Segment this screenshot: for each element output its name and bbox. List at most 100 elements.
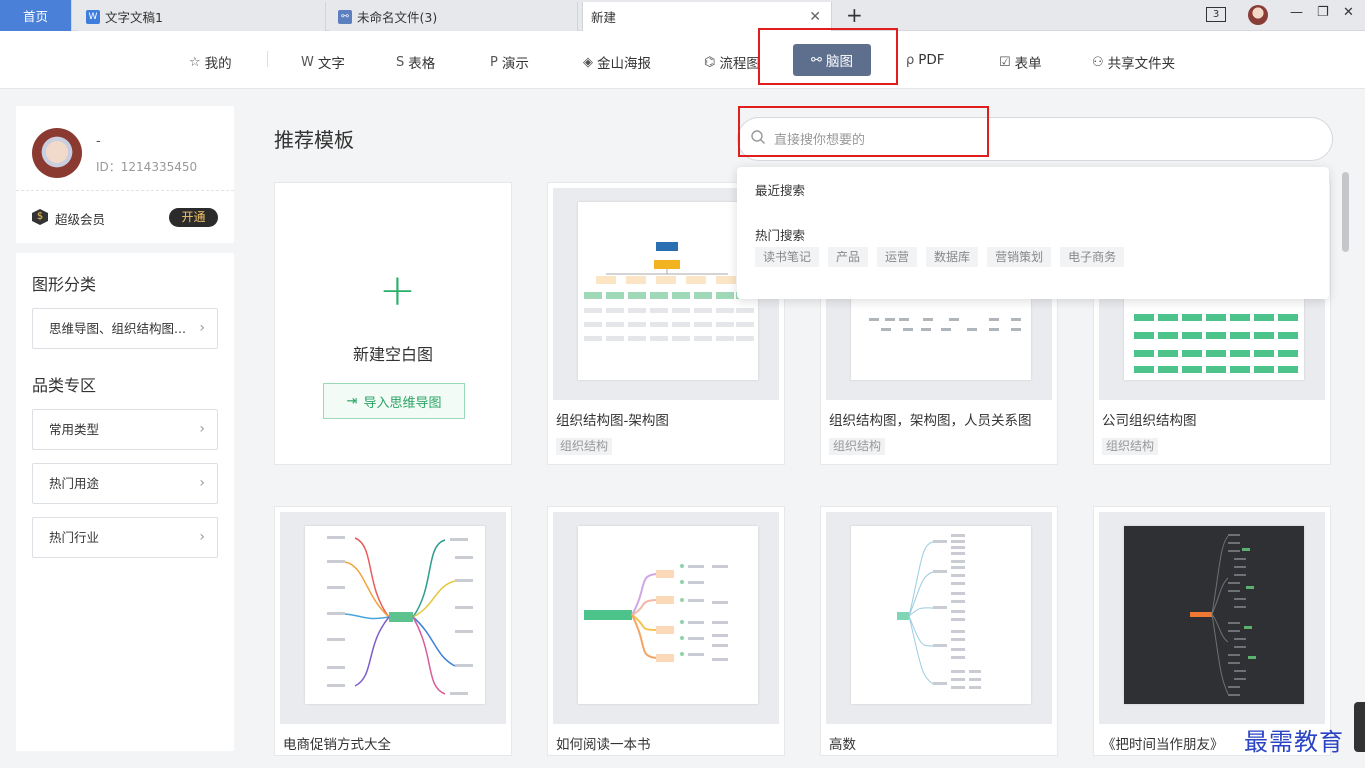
mindmap-preview bbox=[851, 526, 1031, 704]
page-title: 推荐模板 bbox=[274, 128, 354, 152]
star-icon: ☆ bbox=[189, 54, 201, 70]
chevron-right-icon: › bbox=[199, 475, 205, 491]
tab-home[interactable]: 首页 bbox=[0, 0, 72, 31]
tab-document[interactable]: W 文字文稿1 bbox=[78, 2, 326, 31]
tab-new-label: 新建 bbox=[591, 10, 617, 25]
user-name: - bbox=[96, 134, 101, 149]
category-label: 热门行业 bbox=[49, 530, 100, 545]
hot-search-chips: 读书笔记 产品 运营 数据库 营销策划 电子商务 bbox=[755, 247, 1125, 267]
template-thumbnail bbox=[1099, 512, 1325, 724]
nav-item-form[interactable]: ☑ 表单 bbox=[999, 52, 1042, 73]
user-id: ID：1214335450 bbox=[96, 160, 198, 174]
tab-unnamed-label: 未命名文件(3) bbox=[357, 10, 438, 25]
nav-item-sheet[interactable]: S 表格 bbox=[396, 52, 436, 73]
scrollbar[interactable] bbox=[1342, 172, 1349, 252]
hot-search-chip[interactable]: 运营 bbox=[877, 247, 918, 267]
nav-label: PDF bbox=[918, 52, 945, 68]
vip-coin-icon: $ bbox=[32, 209, 48, 225]
sheet-icon: S bbox=[396, 54, 405, 70]
avatar[interactable] bbox=[32, 128, 82, 178]
import-label: 导入思维导图 bbox=[363, 395, 442, 411]
nav-item-poster[interactable]: ◈ 金山海报 bbox=[583, 52, 651, 73]
tab-unnamed-file[interactable]: ⚯ 未命名文件(3) bbox=[330, 2, 578, 31]
minimize-icon[interactable]: — bbox=[1290, 5, 1303, 20]
nav-label: 共享文件夹 bbox=[1107, 56, 1176, 72]
template-title: 《把时间当作朋友》 bbox=[1102, 737, 1224, 753]
nav-label: 表格 bbox=[408, 56, 436, 72]
plus-icon: + bbox=[379, 265, 416, 316]
writer-doc-icon: W bbox=[86, 9, 100, 24]
window-count-badge[interactable]: 3 bbox=[1206, 7, 1226, 22]
side-tool-handle[interactable] bbox=[1354, 702, 1365, 752]
chevron-right-icon: › bbox=[199, 320, 205, 336]
hot-search-chip[interactable]: 读书笔记 bbox=[755, 247, 820, 267]
category-common-types[interactable]: 常用类型 › bbox=[32, 409, 218, 450]
template-title: 电商促销方式大全 bbox=[283, 737, 391, 753]
graphic-category-select[interactable]: 思维导图、组织结构图... › bbox=[32, 308, 218, 349]
template-tag: 组织结构 bbox=[556, 438, 613, 455]
vip-label: 超级会员 bbox=[55, 212, 106, 227]
hot-search-chip[interactable]: 数据库 bbox=[926, 247, 979, 267]
restore-icon[interactable]: ❐ bbox=[1317, 5, 1329, 20]
nav-item-mine[interactable]: ☆ 我的 bbox=[189, 52, 232, 73]
chevron-right-icon: › bbox=[199, 529, 205, 545]
hot-search-chip[interactable]: 电子商务 bbox=[1060, 247, 1125, 267]
close-window-icon[interactable]: ✕ bbox=[1343, 5, 1354, 20]
mindmap-image bbox=[327, 536, 473, 695]
hot-search-chip[interactable]: 营销策划 bbox=[987, 247, 1052, 267]
nav-item-presentation[interactable]: P 演示 bbox=[490, 52, 529, 73]
tab-document-label: 文字文稿1 bbox=[105, 10, 163, 25]
open-vip-button[interactable]: 开通 bbox=[169, 208, 218, 227]
nav-item-writer[interactable]: W 文字 bbox=[301, 52, 345, 73]
writer-icon: W bbox=[301, 54, 314, 70]
template-title: 高数 bbox=[829, 737, 856, 753]
search-suggestions-dropdown: 最近搜索 热门搜索 读书笔记 产品 运营 数据库 营销策划 电子商务 bbox=[737, 167, 1329, 299]
template-tag: 组织结构 bbox=[829, 438, 886, 455]
nav-item-flowchart[interactable]: ⌬ 流程图 bbox=[704, 52, 760, 73]
poster-icon: ◈ bbox=[583, 54, 593, 70]
template-tag: 组织结构 bbox=[1102, 438, 1159, 455]
category-hot-industry[interactable]: 热门行业 › bbox=[32, 517, 218, 558]
template-card[interactable]: 如何阅读一本书 bbox=[547, 506, 785, 756]
mindmap-image bbox=[1190, 534, 1256, 696]
category-zone-heading: 品类专区 bbox=[32, 376, 97, 395]
recent-search-label: 最近搜索 bbox=[755, 183, 806, 198]
template-title: 组织结构图-架构图 bbox=[556, 413, 669, 429]
import-icon: ⇥ bbox=[346, 393, 358, 409]
pdf-icon: ρ bbox=[906, 52, 915, 68]
template-title: 公司组织结构图 bbox=[1102, 413, 1197, 429]
highlight-box-search bbox=[738, 106, 989, 157]
org-chart-preview bbox=[578, 202, 758, 380]
tab-new[interactable]: 新建 ✕ bbox=[582, 2, 832, 31]
shared-folder-icon: ⚇ bbox=[1092, 54, 1104, 70]
presentation-icon: P bbox=[490, 54, 498, 70]
nav-label: 流程图 bbox=[719, 56, 760, 72]
nav-label: 演示 bbox=[501, 56, 529, 72]
import-mindmap-button[interactable]: ⇥ 导入思维导图 bbox=[323, 383, 465, 419]
new-tab-plus-icon[interactable]: + bbox=[846, 3, 863, 27]
hot-search-chip[interactable]: 产品 bbox=[828, 247, 869, 267]
avatar-small[interactable] bbox=[1248, 5, 1268, 25]
nav-item-pdf[interactable]: ρ PDF bbox=[906, 52, 945, 68]
category-label: 热门用途 bbox=[49, 476, 100, 491]
new-blank-label: 新建空白图 bbox=[352, 345, 433, 364]
graphic-category-label: 思维导图、组织结构图... bbox=[49, 321, 186, 336]
chevron-right-icon: › bbox=[199, 421, 205, 437]
form-icon: ☑ bbox=[999, 54, 1011, 70]
category-hot-usage[interactable]: 热门用途 › bbox=[32, 463, 218, 504]
nav-item-shared-folder[interactable]: ⚇ 共享文件夹 bbox=[1092, 52, 1176, 73]
template-thumbnail bbox=[553, 512, 779, 724]
profile-card: - ID：1214335450 $ 超级会员 开通 bbox=[16, 106, 234, 243]
template-card[interactable]: 《把时间当作朋友》 bbox=[1093, 506, 1331, 756]
nav-label: 表单 bbox=[1014, 56, 1042, 72]
category-label: 常用类型 bbox=[49, 422, 100, 437]
mindmap-image bbox=[584, 564, 728, 662]
category-panel: 图形分类 思维导图、组织结构图... › 品类专区 常用类型 › 热门用途 › 热门行… bbox=[16, 253, 234, 751]
mindmap-preview bbox=[305, 526, 485, 704]
template-title: 组织结构图，架构图，人员关系图 bbox=[829, 413, 1032, 429]
close-tab-icon[interactable]: ✕ bbox=[809, 9, 821, 25]
template-card[interactable]: 电商促销方式大全 bbox=[274, 506, 512, 756]
template-card[interactable]: 高数 bbox=[820, 506, 1058, 756]
new-blank-card[interactable]: + 新建空白图 ⇥ 导入思维导图 bbox=[274, 182, 512, 465]
template-thumbnail bbox=[826, 512, 1052, 724]
